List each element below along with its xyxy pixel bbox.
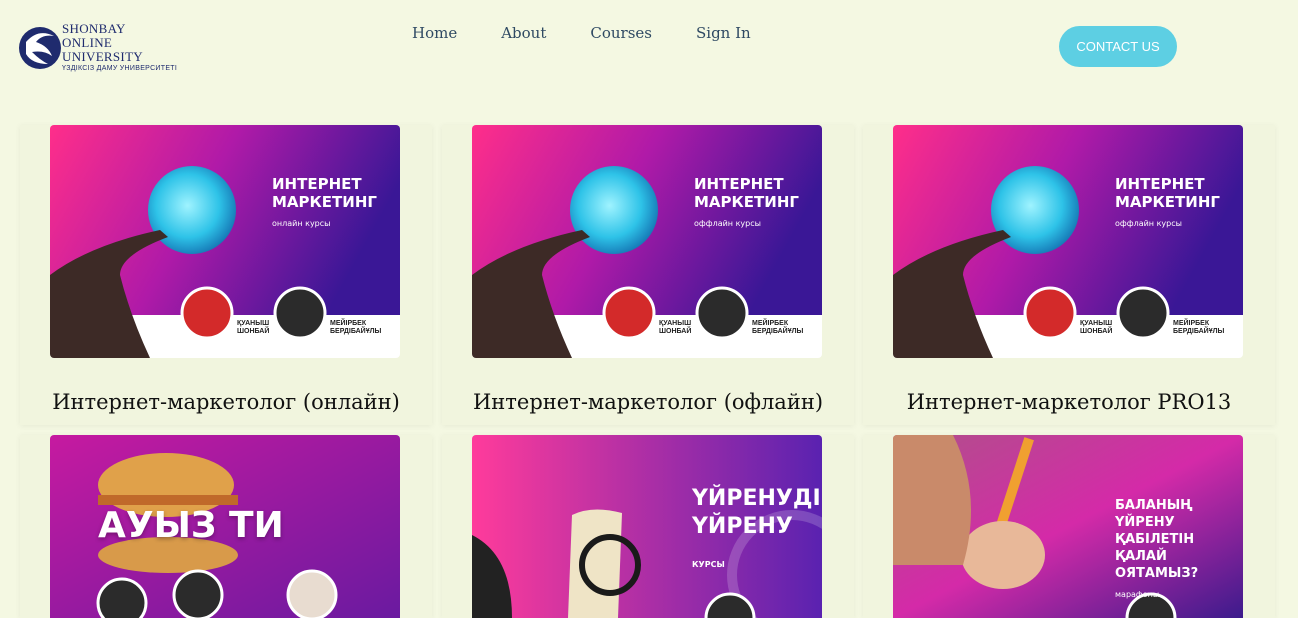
image-title-line-2: МАРКЕТИНГ (1115, 193, 1220, 211)
course-card[interactable]: ҮЙРЕНУДІ ҮЙРЕНУ КУРСЫ (442, 435, 854, 618)
image-title-line-3: ОЯТАМЫЗ? (1115, 566, 1199, 581)
image-title-line-2: ҚАБІЛЕТІН ҚАЛАЙ (1115, 532, 1195, 564)
main-nav: Home About Courses Sign In (412, 24, 795, 42)
course-title[interactable]: Интернет-маркетолог (офлайн) (442, 390, 854, 414)
course-image[interactable]: ҮЙРЕНУДІ ҮЙРЕНУ КУРСЫ (472, 435, 822, 618)
person-label-2: МЕЙІРБЕК БЕРДІБАЙҰЛЫ (330, 320, 382, 335)
course-card[interactable]: ИНТЕРНЕТ МАРКЕТИНГ онлайн курсы ҚУАНЫШ Ш… (20, 125, 432, 425)
course-card[interactable]: ИНТЕРНЕТ МАРКЕТИНГ оффлайн курсы ҚУАНЫШ … (442, 125, 854, 425)
image-title-line-1: ИНТЕРНЕТ (694, 175, 784, 193)
image-title-line-2: МАРКЕТИНГ (694, 193, 799, 211)
course-card[interactable]: БАЛАНЫҢ ҮЙРЕНУ ҚАБІЛЕТІН ҚАЛАЙ ОЯТАМЫЗ? … (863, 435, 1275, 618)
image-title-line-1: ҮЙРЕНУДІ (692, 486, 821, 511)
course-card[interactable]: ИНТЕРНЕТ МАРКЕТИНГ оффлайн курсы ҚУАНЫШ … (863, 125, 1275, 425)
image-subtitle: марафоны (1115, 590, 1160, 599)
person-label-1: ҚУАНЫШ ШОНБАЙ (237, 320, 270, 335)
image-title-line-2: МАРКЕТИНГ (272, 193, 377, 211)
logo[interactable]: SHONBAY ONLINE UNIVERSITY ҮЗДІКСІЗ ДАМУ … (18, 20, 188, 80)
course-image[interactable]: БАЛАНЫҢ ҮЙРЕНУ ҚАБІЛЕТІН ҚАЛАЙ ОЯТАМЫЗ? … (893, 435, 1243, 618)
person-label-2: МЕЙІРБЕК БЕРДІБАЙҰЛЫ (752, 320, 804, 335)
contact-us-button[interactable]: CONTACT US (1059, 26, 1177, 67)
nav-about[interactable]: About (501, 24, 546, 42)
course-title[interactable]: Интернет-маркетолог PRO13 (863, 390, 1275, 414)
course-image[interactable]: ИНТЕРНЕТ МАРКЕТИНГ онлайн курсы ҚУАНЫШ Ш… (50, 125, 400, 358)
person-label-1: ҚУАНЫШ ШОНБАЙ (1080, 320, 1113, 335)
logo-mark-icon (18, 20, 62, 76)
image-subtitle: оффлайн курсы (1115, 219, 1182, 228)
course-image[interactable]: ИНТЕРНЕТ МАРКЕТИНГ оффлайн курсы ҚУАНЫШ … (893, 125, 1243, 358)
image-title-line-2: ҮЙРЕНУ (692, 514, 793, 539)
logo-subtitle: ҮЗДІКСІЗ ДАМУ УНИВЕРСИТЕТІ (62, 65, 178, 72)
course-card[interactable]: АУЫЗ ТИ (20, 435, 432, 618)
image-subtitle: онлайн курсы (272, 219, 331, 228)
course-image[interactable]: ИНТЕРНЕТ МАРКЕТИНГ оффлайн курсы ҚУАНЫШ … (472, 125, 822, 358)
logo-line-2: ONLINE (62, 35, 113, 50)
image-subtitle: КУРСЫ (692, 560, 725, 569)
logo-line-1: SHONBAY (62, 21, 126, 36)
image-title-line-1: ИНТЕРНЕТ (1115, 175, 1205, 193)
nav-home[interactable]: Home (412, 24, 457, 42)
image-subtitle: оффлайн курсы (694, 219, 761, 228)
image-title-line-1: БАЛАНЫҢ ҮЙРЕНУ (1115, 498, 1193, 530)
nav-sign-in[interactable]: Sign In (696, 24, 751, 42)
image-title: АУЫЗ ТИ (98, 505, 284, 546)
image-title-line-1: ИНТЕРНЕТ (272, 175, 362, 193)
person-label-2: МЕЙІРБЕК БЕРДІБАЙҰЛЫ (1173, 320, 1225, 335)
nav-courses[interactable]: Courses (590, 24, 652, 42)
course-title[interactable]: Интернет-маркетолог (онлайн) (20, 390, 432, 414)
logo-line-3: UNIVERSITY (62, 49, 143, 64)
course-image[interactable]: АУЫЗ ТИ (50, 435, 400, 618)
person-label-1: ҚУАНЫШ ШОНБАЙ (659, 320, 692, 335)
